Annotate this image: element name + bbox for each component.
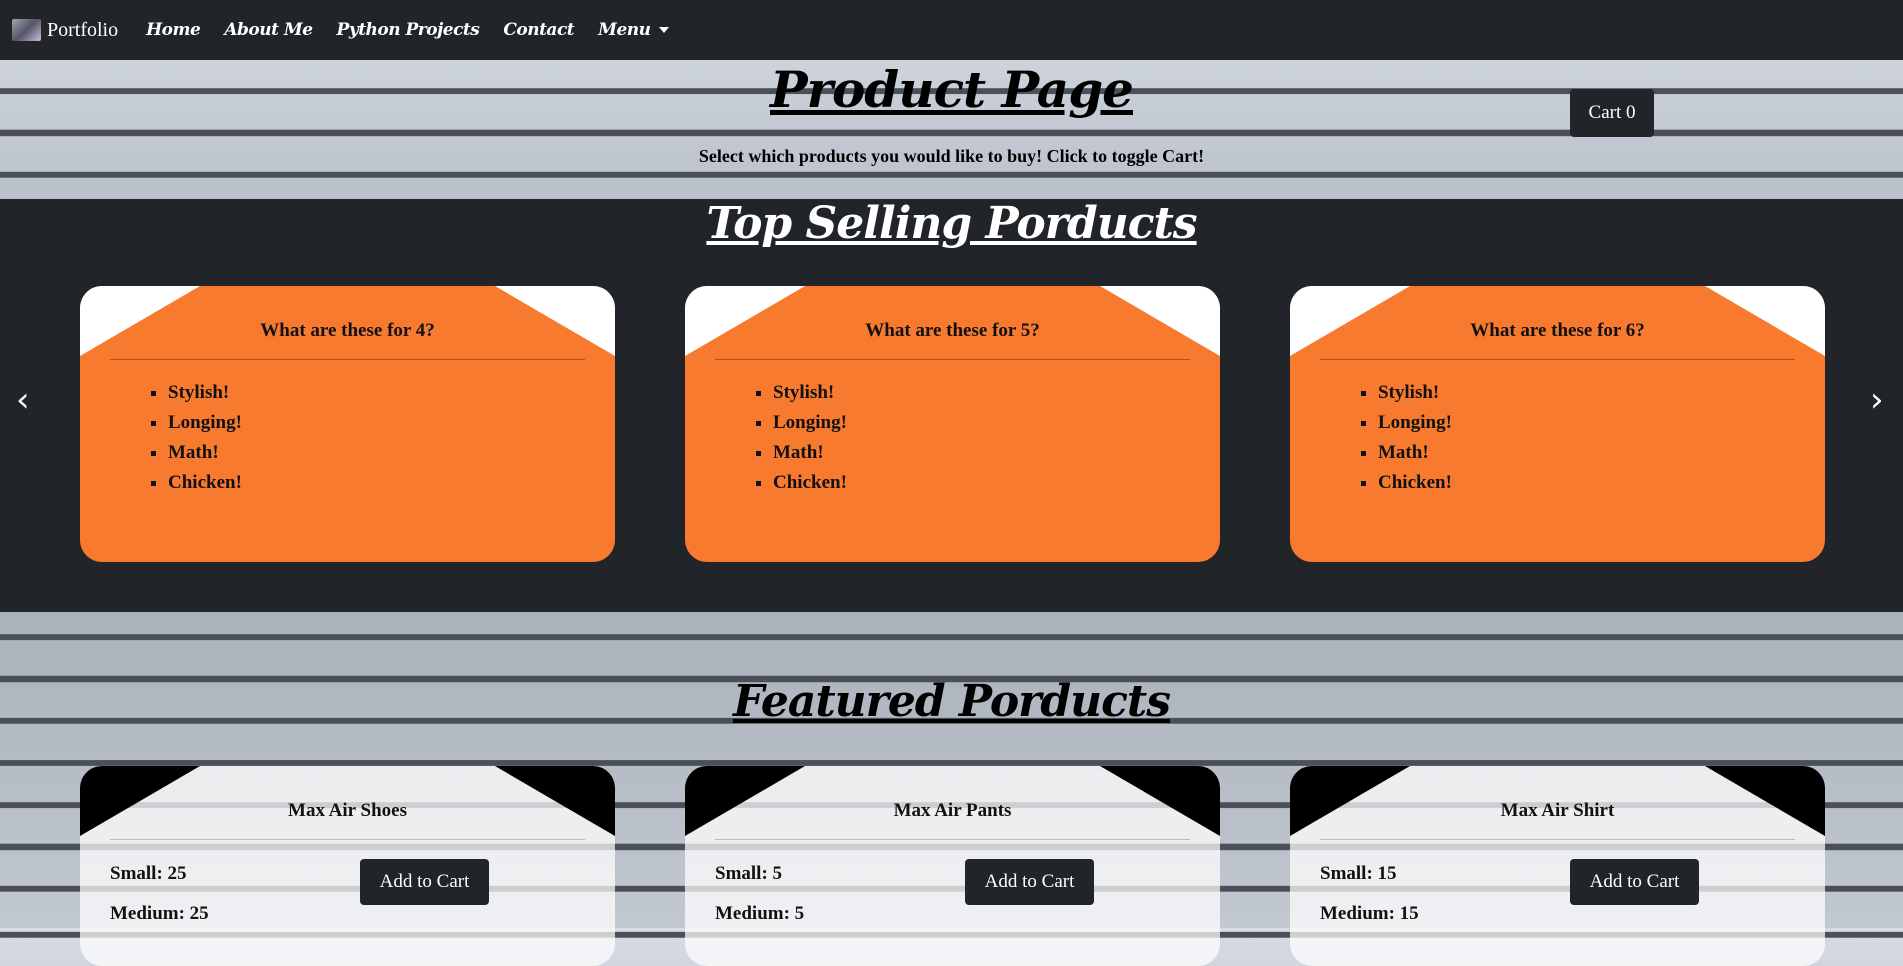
card-title: What are these for 4? [260, 320, 435, 341]
list-item: Math! [773, 438, 847, 468]
list-item: Longing! [773, 408, 847, 438]
card-divider [715, 839, 1190, 840]
brand-logo-icon [12, 19, 41, 41]
product-name: Max Air Shirt [1500, 800, 1615, 821]
feature-list: Stylish! Longing! Math! Chicken! [1352, 378, 1452, 498]
page-subtitle: Select which products you would like to … [698, 146, 1205, 166]
nav-link-contact[interactable]: Contact [503, 20, 574, 40]
list-item: Math! [1378, 438, 1452, 468]
size-small-stock: Small: 25 [110, 863, 187, 884]
nav-link-about[interactable]: About Me [224, 20, 313, 40]
product-name: Max Air Pants [893, 800, 1012, 821]
size-medium-stock: Medium: 15 [1320, 903, 1419, 924]
top-selling-card[interactable]: What are these for 5? Stylish! Longing! … [685, 286, 1220, 562]
size-small-stock: Small: 5 [715, 863, 783, 884]
carousel-prev-icon[interactable]: ‹ [16, 380, 30, 420]
size-medium-stock: Medium: 5 [715, 903, 805, 924]
card-title: What are these for 5? [865, 320, 1040, 341]
top-selling-title: Top Selling Porducts [706, 198, 1197, 249]
card-title: What are these for 6? [1470, 320, 1645, 341]
list-item: Stylish! [168, 378, 242, 408]
nav-link-python-projects[interactable]: Python Projects [337, 20, 480, 40]
carousel-next-icon[interactable]: › [1870, 380, 1884, 420]
add-to-cart-button[interactable]: Add to Cart [965, 859, 1094, 905]
list-item: Longing! [168, 408, 242, 438]
featured-title: Featured Porducts [733, 676, 1171, 727]
list-item: Chicken! [773, 468, 847, 498]
brand-link[interactable]: Portfolio [12, 19, 118, 42]
size-medium-stock: Medium: 25 [110, 903, 209, 924]
product-name: Max Air Shoes [288, 800, 407, 821]
list-item: Longing! [1378, 408, 1452, 438]
list-item: Stylish! [1378, 378, 1452, 408]
list-item: Stylish! [773, 378, 847, 408]
add-to-cart-button[interactable]: Add to Cart [1570, 859, 1699, 905]
list-item: Math! [168, 438, 242, 468]
top-selling-card[interactable]: What are these for 4? Stylish! Longing! … [80, 286, 615, 562]
brand-label: Portfolio [47, 18, 119, 41]
caret-down-icon [658, 27, 669, 33]
list-item: Chicken! [168, 468, 242, 498]
list-item: Chicken! [1378, 468, 1452, 498]
nav-menu-label: Menu [598, 20, 651, 40]
size-small-stock: Small: 15 [1320, 863, 1397, 884]
featured-product-card: Max Air Pants Small: 5 Medium: 5 Add to … [685, 766, 1220, 966]
add-to-cart-button[interactable]: Add to Cart [360, 859, 489, 905]
card-divider [1320, 359, 1795, 360]
card-divider [715, 359, 1190, 360]
card-divider [1320, 839, 1795, 840]
nav-menu-dropdown[interactable]: Menu [598, 20, 669, 40]
featured-product-card: Max Air Shoes Small: 25 Medium: 25 Add t… [80, 766, 615, 966]
card-divider [110, 359, 585, 360]
card-divider [110, 839, 585, 840]
feature-list: Stylish! Longing! Math! Chicken! [142, 378, 242, 498]
cart-button[interactable]: Cart 0 [1570, 89, 1654, 137]
navbar: Portfolio Home About Me Python Projects … [0, 0, 1903, 60]
nav-link-home[interactable]: Home [146, 20, 201, 40]
featured-product-card: Max Air Shirt Small: 15 Medium: 15 Add t… [1290, 766, 1825, 966]
feature-list: Stylish! Longing! Math! Chicken! [747, 378, 847, 498]
top-selling-card[interactable]: What are these for 6? Stylish! Longing! … [1290, 286, 1825, 562]
